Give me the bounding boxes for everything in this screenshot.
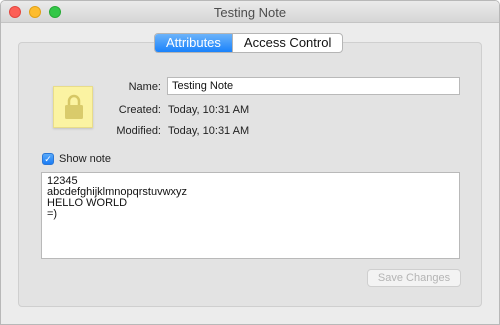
show-note-checkbox-row[interactable]: ✓ Show note <box>42 153 111 165</box>
created-value: Today, 10:31 AM <box>168 104 250 116</box>
tab-attributes[interactable]: Attributes <box>155 34 232 52</box>
keychain-note-window: Testing Note Attributes Access Control N… <box>0 0 500 325</box>
created-label: Created: <box>118 104 161 116</box>
window-title: Testing Note <box>213 5 287 20</box>
name-field[interactable] <box>167 77 460 95</box>
note-text-area[interactable]: 12345 abcdefghijklmnopqrstuvwxyz HELLO W… <box>41 172 460 259</box>
title-bar: Testing Note <box>1 1 499 23</box>
tab-control: Attributes Access Control <box>154 33 344 53</box>
show-note-checkbox[interactable]: ✓ <box>42 153 54 165</box>
save-changes-button[interactable]: Save Changes <box>367 269 461 287</box>
lock-icon <box>65 94 83 119</box>
modified-label: Modified: <box>116 125 161 137</box>
show-note-label: Show note <box>59 153 111 165</box>
tab-access-control[interactable]: Access Control <box>231 34 342 52</box>
note-lock-icon <box>53 86 93 128</box>
name-label: Name: <box>128 81 161 93</box>
modified-value: Today, 10:31 AM <box>168 125 250 137</box>
checkmark-icon: ✓ <box>44 154 52 164</box>
